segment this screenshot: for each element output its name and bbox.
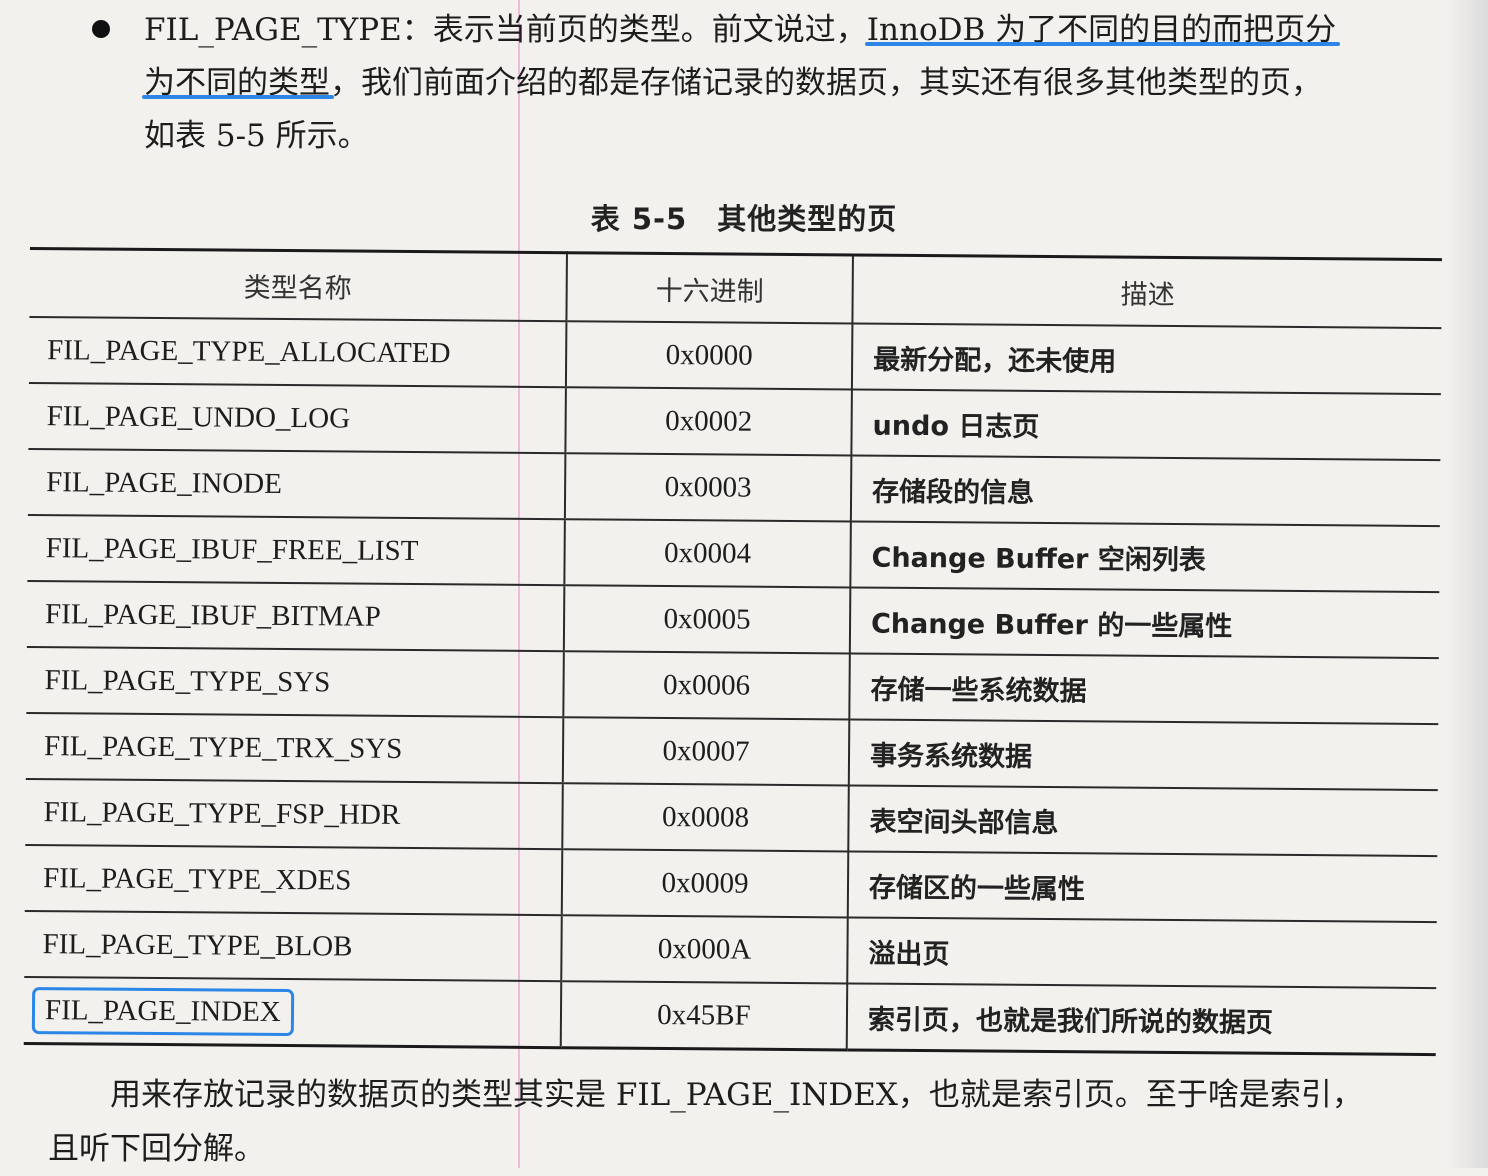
hex-cell: 0x0008 [562, 783, 849, 852]
hex-cell: 0x0002 [565, 387, 852, 456]
table-header-row: 类型名称 十六进制 描述 [29, 248, 1442, 329]
table-row: FIL_PAGE_TYPE_SYS 0x0006 存储一些系统数据 [26, 646, 1439, 725]
hex-cell: 0x45BF [560, 981, 848, 1050]
description-cell: 存储段的信息 [850, 455, 1441, 527]
type-name-cell: FIL_PAGE_IBUF_FREE_LIST [27, 514, 565, 586]
bullet-icon [92, 20, 110, 38]
column-header-hex: 十六进制 [566, 252, 853, 324]
hex-cell: 0x0005 [563, 585, 851, 654]
table-row: FIL_PAGE_IBUF_BITMAP 0x0005 Change Buffe… [26, 580, 1440, 659]
type-name-cell: FIL_PAGE_TYPE_TRX_SYS [25, 712, 564, 784]
table-title: 其他类型的页 [717, 202, 898, 236]
hex-cell: 0x0007 [562, 717, 850, 786]
hex-cell: 0x0004 [564, 519, 851, 588]
description-cell: 溢出页 [847, 917, 1437, 989]
description-cell: 索引页，也就是我们所说的数据页 [846, 983, 1437, 1055]
table-row: FIL_PAGE_TYPE_TRX_SYS 0x0007 事务系统数据 [25, 712, 1439, 791]
type-name-cell: FIL_PAGE_TYPE_XDES [24, 844, 563, 916]
table-row: FIL_PAGE_TYPE_FSP_HDR 0x0008 表空间头部信息 [25, 778, 1438, 857]
hex-cell: 0x0009 [561, 849, 849, 918]
description-cell: 最新分配，还未使用 [851, 323, 1442, 395]
type-name-cell: FIL_PAGE_TYPE_FSP_HDR [25, 778, 563, 850]
hex-cell: 0x0000 [565, 321, 853, 390]
table-row: FIL_PAGE_IBUF_FREE_LIST 0x0004 Change Bu… [27, 514, 1440, 593]
page-edge-shadow [1448, 0, 1488, 1168]
page-types-table: 类型名称 十六进制 描述 FIL_PAGE_TYPE_ALLOCATED 0x0… [23, 247, 1442, 1056]
hex-cell: 0x000A [561, 915, 848, 984]
type-name-cell: FIL_PAGE_IBUF_BITMAP [26, 580, 565, 652]
column-header-description: 描述 [852, 254, 1442, 329]
type-name-cell: FIL_PAGE_TYPE_BLOB [24, 910, 562, 982]
hex-cell: 0x0006 [563, 651, 850, 720]
table-row: FIL_PAGE_TYPE_BLOB 0x000A 溢出页 [24, 910, 1437, 989]
column-header-name: 类型名称 [29, 248, 567, 322]
intro-line-3: 如表 5-5 所示。 [144, 118, 369, 154]
table-row: FIL_PAGE_INDEX 0x45BF 索引页，也就是我们所说的数据页 [23, 976, 1437, 1055]
description-cell: 事务系统数据 [848, 719, 1439, 791]
highlighted-text: 为不同的类型 [144, 65, 330, 101]
type-name-cell: FIL_PAGE_INODE [27, 448, 566, 520]
type-name-cell: FIL_PAGE_TYPE_SYS [26, 646, 564, 718]
intro-line-2: 为不同的类型，我们前面介绍的都是存储记录的数据页，其实还有很多其他类型的页， [144, 57, 1322, 110]
type-name-cell: FIL_PAGE_INDEX [23, 976, 562, 1048]
table-number: 表 5-5 [590, 202, 688, 236]
type-name-cell: FIL_PAGE_TYPE_ALLOCATED [28, 316, 567, 388]
description-cell: Change Buffer 的一些属性 [849, 587, 1440, 659]
table-row: FIL_PAGE_INODE 0x0003 存储段的信息 [27, 448, 1441, 527]
highlighted-text: InnoDB 为了不同的目的而把页分 [866, 12, 1337, 48]
table-row: FIL_PAGE_TYPE_ALLOCATED 0x0000 最新分配，还未使用 [28, 316, 1442, 395]
intro-line-1: FIL_PAGE_TYPE：表示当前页的类型。前文说过，InnoDB 为了不同的… [144, 4, 1336, 57]
table-row: FIL_PAGE_UNDO_LOG 0x0002 undo 日志页 [28, 382, 1441, 461]
hex-cell: 0x0003 [564, 453, 852, 522]
type-name-cell: FIL_PAGE_UNDO_LOG [28, 382, 566, 454]
description-cell: 表空间头部信息 [848, 785, 1438, 857]
table-row: FIL_PAGE_TYPE_XDES 0x0009 存储区的一些属性 [24, 844, 1438, 923]
description-cell: Change Buffer 空闲列表 [850, 521, 1440, 593]
description-cell: 存储区的一些属性 [847, 851, 1438, 923]
intro-text: ，我们前面介绍的都是存储记录的数据页，其实还有很多其他类型的页， [330, 65, 1322, 101]
description-cell: undo 日志页 [851, 389, 1441, 461]
closing-line-1: 用来存放记录的数据页的类型其实是 FIL_PAGE_INDEX，也就是索引页。至… [110, 1077, 1363, 1113]
intro-text: FIL_PAGE_TYPE：表示当前页的类型。前文说过， [144, 12, 867, 48]
description-cell: 存储一些系统数据 [849, 653, 1439, 725]
highlighted-type-name: FIL_PAGE_INDEX [31, 986, 294, 1036]
table-caption: 表 5-5 其他类型的页 [0, 196, 1488, 238]
